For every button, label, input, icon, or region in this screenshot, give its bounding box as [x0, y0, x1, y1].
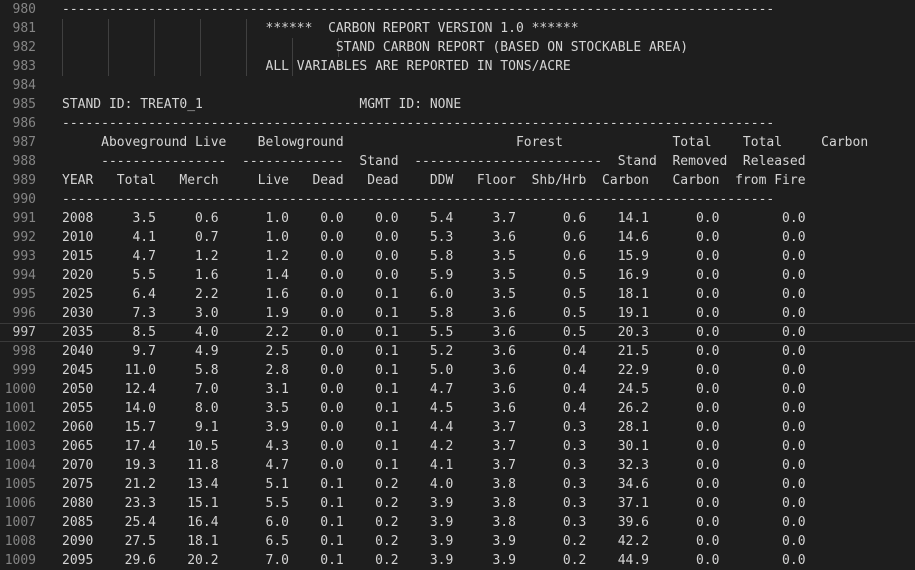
editor-line[interactable]: 1005 2075 21.2 13.4 5.1 0.1 0.2 4.0 3.8 0…: [0, 475, 915, 494]
line-number: 1002: [4, 420, 36, 435]
editor-line[interactable]: 1000 2050 12.4 7.0 3.1 0.0 0.1 4.7 3.6 0.…: [0, 380, 915, 399]
line-text: 2065 17.4 10.5 4.3 0.0 0.1 4.2 3.7 0.3 3…: [62, 439, 806, 454]
line-number: 989: [12, 173, 36, 188]
line-number: 1000: [4, 382, 36, 397]
editor-line[interactable]: 1003 2065 17.4 10.5 4.3 0.0 0.1 4.2 3.7 0…: [0, 437, 915, 456]
line-number: 1001: [4, 401, 36, 416]
line-text: 2090 27.5 18.1 6.5 0.1 0.2 3.9 3.9 0.2 4…: [62, 534, 806, 549]
line-text: 2035 8.5 4.0 2.2 0.0 0.1 5.5 3.6 0.5 20.…: [62, 325, 806, 340]
line-text: 2010 4.1 0.7 1.0 0.0 0.0 5.3 3.6 0.6 14.…: [62, 230, 806, 245]
line-text: 2055 14.0 8.0 3.5 0.0 0.1 4.5 3.6 0.4 26…: [62, 401, 806, 416]
line-number: 1009: [4, 553, 36, 568]
text-editor[interactable]: 980 -------------------------------------…: [0, 0, 915, 569]
editor-line[interactable]: 995 2025 6.4 2.2 1.6 0.0 0.1 6.0 3.5 0.5 …: [0, 285, 915, 304]
editor-line[interactable]: 997 2035 8.5 4.0 2.2 0.0 0.1 5.5 3.6 0.5 …: [0, 323, 915, 342]
editor-line[interactable]: 994 2020 5.5 1.6 1.4 0.0 0.0 5.9 3.5 0.5 …: [0, 266, 915, 285]
line-text: 2095 29.6 20.2 7.0 0.1 0.2 3.9 3.9 0.2 4…: [62, 553, 806, 568]
editor-line[interactable]: 992 2010 4.1 0.7 1.0 0.0 0.0 5.3 3.6 0.6 …: [0, 228, 915, 247]
line-text: ----------------------------------------…: [62, 116, 775, 131]
editor-line[interactable]: 1006 2080 23.3 15.1 5.5 0.1 0.2 3.9 3.8 0…: [0, 494, 915, 513]
editor-line[interactable]: 984: [0, 76, 915, 95]
editor-line[interactable]: 1008 2090 27.5 18.1 6.5 0.1 0.2 3.9 3.9 0…: [0, 532, 915, 551]
line-number: 1004: [4, 458, 36, 473]
line-number: 985: [12, 97, 36, 112]
line-text: 2070 19.3 11.8 4.7 0.0 0.1 4.1 3.7 0.3 3…: [62, 458, 806, 473]
line-number: 1007: [4, 515, 36, 530]
line-number: 982: [12, 40, 36, 55]
editor-line[interactable]: 993 2015 4.7 1.2 1.2 0.0 0.0 5.8 3.5 0.6 …: [0, 247, 915, 266]
editor-line[interactable]: 996 2030 7.3 3.0 1.9 0.0 0.1 5.8 3.6 0.5 …: [0, 304, 915, 323]
line-number: 1006: [4, 496, 36, 511]
line-number: 1003: [4, 439, 36, 454]
line-number: 987: [12, 135, 36, 150]
editor-line[interactable]: 1007 2085 25.4 16.4 6.0 0.1 0.2 3.9 3.8 0…: [0, 513, 915, 532]
line-text: Aboveground Live Belowground Forest Tota…: [62, 135, 869, 150]
line-text: 2085 25.4 16.4 6.0 0.1 0.2 3.9 3.8 0.3 3…: [62, 515, 806, 530]
line-number: 998: [12, 344, 36, 359]
line-text: 2040 9.7 4.9 2.5 0.0 0.1 5.2 3.6 0.4 21.…: [62, 344, 806, 359]
editor-line[interactable]: 1002 2060 15.7 9.1 3.9 0.0 0.1 4.4 3.7 0.…: [0, 418, 915, 437]
line-number: 993: [12, 249, 36, 264]
line-text: ALL VARIABLES ARE REPORTED IN TONS/ACRE: [62, 59, 571, 74]
line-number: 980: [12, 2, 36, 17]
line-number: 996: [12, 306, 36, 321]
line-number: 988: [12, 154, 36, 169]
line-text: 2050 12.4 7.0 3.1 0.0 0.1 4.7 3.6 0.4 24…: [62, 382, 806, 397]
editor-line[interactable]: 1001 2055 14.0 8.0 3.5 0.0 0.1 4.5 3.6 0.…: [0, 399, 915, 418]
editor-line[interactable]: 983 ALL VARIABLES ARE REPORTED IN TONS/A…: [0, 57, 915, 76]
line-number: 992: [12, 230, 36, 245]
editor-line[interactable]: 1009 2095 29.6 20.2 7.0 0.1 0.2 3.9 3.9 0…: [0, 551, 915, 570]
editor-line[interactable]: 988 ---------------- ------------- Stand…: [0, 152, 915, 171]
line-number: 986: [12, 116, 36, 131]
editor-line[interactable]: 982 STAND CARBON REPORT (BASED ON STOCKA…: [0, 38, 915, 57]
line-text: ****** CARBON REPORT VERSION 1.0 ******: [62, 21, 579, 36]
line-number: 984: [12, 78, 36, 93]
line-text: 2045 11.0 5.8 2.8 0.0 0.1 5.0 3.6 0.4 22…: [62, 363, 806, 378]
line-text: 2060 15.7 9.1 3.9 0.0 0.1 4.4 3.7 0.3 28…: [62, 420, 806, 435]
line-number: 995: [12, 287, 36, 302]
line-number: 983: [12, 59, 36, 74]
line-text: ---------------- ------------- Stand ---…: [62, 154, 806, 169]
line-number: 990: [12, 192, 36, 207]
editor-line[interactable]: 981 ****** CARBON REPORT VERSION 1.0 ***…: [0, 19, 915, 38]
line-text: ----------------------------------------…: [62, 192, 775, 207]
line-text: 2030 7.3 3.0 1.9 0.0 0.1 5.8 3.6 0.5 19.…: [62, 306, 806, 321]
line-number: 997: [12, 325, 36, 340]
editor-line[interactable]: 989 YEAR Total Merch Live Dead Dead DDW F…: [0, 171, 915, 190]
line-number: 999: [12, 363, 36, 378]
line-text: ----------------------------------------…: [62, 2, 775, 17]
editor-line[interactable]: 999 2045 11.0 5.8 2.8 0.0 0.1 5.0 3.6 0.4…: [0, 361, 915, 380]
editor-line[interactable]: 998 2040 9.7 4.9 2.5 0.0 0.1 5.2 3.6 0.4 …: [0, 342, 915, 361]
editor-line[interactable]: 985 STAND ID: TREAT0_1 MGMT ID: NONE: [0, 95, 915, 114]
line-text: YEAR Total Merch Live Dead Dead DDW Floo…: [62, 173, 806, 188]
line-number: 991: [12, 211, 36, 226]
line-number: 994: [12, 268, 36, 283]
line-text: 2015 4.7 1.2 1.2 0.0 0.0 5.8 3.5 0.6 15.…: [62, 249, 806, 264]
editor-line[interactable]: 987 Aboveground Live Belowground Forest …: [0, 133, 915, 152]
editor-line[interactable]: 980 -------------------------------------…: [0, 0, 915, 19]
line-number: 981: [12, 21, 36, 36]
line-text: 2020 5.5 1.6 1.4 0.0 0.0 5.9 3.5 0.5 16.…: [62, 268, 806, 283]
editor-line[interactable]: 1004 2070 19.3 11.8 4.7 0.0 0.1 4.1 3.7 0…: [0, 456, 915, 475]
line-number: 1005: [4, 477, 36, 492]
editor-line[interactable]: 986 -------------------------------------…: [0, 114, 915, 133]
editor-line[interactable]: 991 2008 3.5 0.6 1.0 0.0 0.0 5.4 3.7 0.6 …: [0, 209, 915, 228]
line-text: 2080 23.3 15.1 5.5 0.1 0.2 3.9 3.8 0.3 3…: [62, 496, 806, 511]
line-text: STAND CARBON REPORT (BASED ON STOCKABLE …: [62, 40, 689, 55]
line-text: 2008 3.5 0.6 1.0 0.0 0.0 5.4 3.7 0.6 14.…: [62, 211, 806, 226]
line-text: 2025 6.4 2.2 1.6 0.0 0.1 6.0 3.5 0.5 18.…: [62, 287, 806, 302]
line-text: STAND ID: TREAT0_1 MGMT ID: NONE: [62, 97, 462, 112]
line-text: 2075 21.2 13.4 5.1 0.1 0.2 4.0 3.8 0.3 3…: [62, 477, 806, 492]
editor-line[interactable]: 990 -------------------------------------…: [0, 190, 915, 209]
line-number: 1008: [4, 534, 36, 549]
